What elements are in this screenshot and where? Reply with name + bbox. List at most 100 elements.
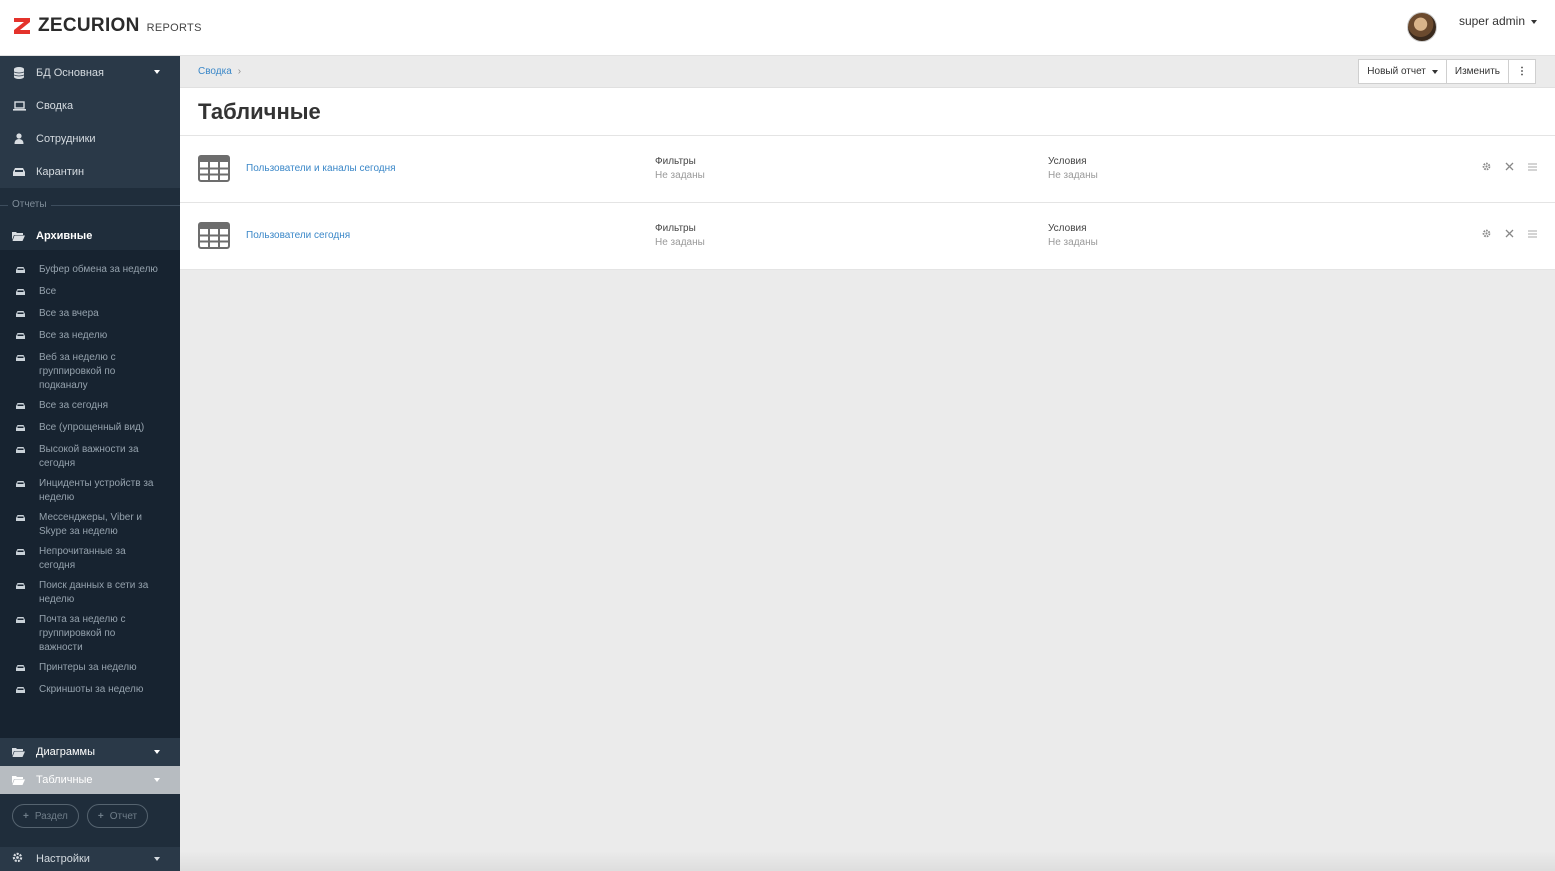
sidebar-item-label: Настройки <box>36 853 90 865</box>
conditions-value: Не заданы <box>1048 237 1098 248</box>
archive-report-label: Все за неделю <box>39 330 108 341</box>
sidebar-item-settings[interactable]: Настройки <box>0 847 180 871</box>
close-icon[interactable] <box>1505 229 1514 241</box>
archive-report-label: Мессенджеры, Viber и Skype за неделю <box>39 512 143 537</box>
archive-report-item[interactable]: Непрочитанные за сегодня <box>0 542 180 576</box>
report-link[interactable]: Пользователи и каналы сегодня <box>246 163 396 174</box>
user-name[interactable]: super admin <box>1459 14 1537 28</box>
archive-report-item[interactable]: Инциденты устройств за неделю <box>0 474 180 508</box>
conditions-label: Условия <box>1048 156 1087 167</box>
add-report-button[interactable]: + Отчет <box>86 804 149 828</box>
archive-report-item[interactable]: Поиск данных в сети за неделю <box>0 576 180 610</box>
archive-report-item[interactable]: Скриншоты за неделю <box>0 680 180 702</box>
archive-report-item[interactable]: Все за вчера <box>0 304 180 326</box>
conditions-column: Условия Не заданы <box>1048 155 1098 183</box>
page-title: Табличные <box>198 99 321 124</box>
chevron-right-icon: › <box>237 66 242 77</box>
drag-handle-icon[interactable] <box>1528 229 1537 241</box>
archive-report-item[interactable]: Все за неделю <box>0 326 180 348</box>
folder-diagrams[interactable]: Диаграммы <box>0 738 180 766</box>
archive-report-item[interactable]: Веб за неделю с группировкой по подканал… <box>0 348 180 396</box>
archive-report-label: Высокой важности за сегодня <box>39 444 139 469</box>
archive-report-item[interactable]: Мессенджеры, Viber и Skype за неделю <box>0 508 180 542</box>
folder-archive[interactable]: Архивные <box>0 222 180 250</box>
filters-column: Фильтры Не заданы <box>655 155 705 183</box>
user-icon <box>12 133 26 145</box>
inbox-icon <box>12 166 26 178</box>
sidebar-item-summary[interactable]: Сводка <box>0 89 180 122</box>
archive-report-label: Поиск данных в сети за неделю <box>39 580 149 605</box>
chevron-down-icon <box>1431 69 1438 74</box>
archive-report-label: Все за вчера <box>39 308 99 319</box>
sidebar-item-label: Сотрудники <box>36 132 96 145</box>
folder-open-icon <box>12 231 26 241</box>
inbox-icon <box>16 663 26 677</box>
more-options-icon[interactable]: ⋮ <box>1508 59 1536 84</box>
filters-label: Фильтры <box>655 156 696 167</box>
toolbar: Новый отчет Изменить ⋮ <box>1358 59 1536 84</box>
chevron-down-icon <box>154 857 160 861</box>
sidebar-item-label: Сводка <box>36 99 74 112</box>
conditions-label: Условия <box>1048 223 1087 234</box>
table-icon <box>198 155 230 182</box>
archive-report-item[interactable]: Принтеры за неделю <box>0 658 180 680</box>
archive-report-item[interactable]: Высокой важности за сегодня <box>0 440 180 474</box>
sidebar: БД Основная Сводка Сотрудники Карантин О… <box>0 56 180 871</box>
close-icon[interactable] <box>1505 162 1514 174</box>
logo[interactable]: ZECURION REPORTS <box>12 15 202 37</box>
db-selector[interactable]: БД Основная <box>0 56 180 89</box>
folder-label: Табличные <box>36 774 93 786</box>
user-menu[interactable]: super admin <box>1406 12 1537 42</box>
plus-icon: + <box>97 810 104 822</box>
inbox-icon <box>16 445 26 471</box>
report-row: Пользователи сегодня Фильтры Не заданы Усло… <box>180 203 1555 270</box>
drag-handle-icon[interactable] <box>1528 162 1537 174</box>
inbox-icon <box>16 423 26 437</box>
sidebar-actions: + Раздел + Отчет <box>0 794 180 838</box>
archive-report-label: Инциденты устройств за неделю <box>39 478 154 503</box>
gear-icon[interactable] <box>1482 229 1491 241</box>
archive-report-item[interactable]: Все за сегодня <box>0 396 180 418</box>
gear-icon[interactable] <box>1482 162 1491 174</box>
database-icon <box>12 66 26 79</box>
filters-value: Не заданы <box>655 237 705 248</box>
breadcrumb-bar: Сводка › Новый отчет Изменить ⋮ <box>180 56 1555 88</box>
chevron-down-icon <box>154 778 160 782</box>
archive-report-item[interactable]: Почта за неделю с группировкой по важнос… <box>0 610 180 658</box>
row-actions <box>1482 229 1537 241</box>
sidebar-item-label: Карантин <box>36 165 85 178</box>
chevron-down-icon <box>154 750 160 754</box>
archive-report-label: Принтеры за неделю <box>39 662 137 673</box>
archive-report-label: Все за сегодня <box>39 400 109 411</box>
bottom-shade <box>180 851 1555 871</box>
archive-report-label: Веб за неделю с группировкой по подканал… <box>39 352 116 391</box>
folder-open-icon <box>12 747 26 757</box>
archive-report-item[interactable]: Буфер обмена за неделю <box>0 260 180 282</box>
conditions-value: Не заданы <box>1048 170 1098 181</box>
sidebar-item-employees[interactable]: Сотрудники <box>0 122 180 155</box>
sidebar-item-quarantine[interactable]: Карантин <box>0 155 180 188</box>
folder-label: Диаграммы <box>36 746 95 758</box>
inbox-icon <box>16 287 26 301</box>
zecurion-logo-icon <box>12 16 32 36</box>
archive-report-item[interactable]: Все (упрощенный вид) <box>0 418 180 440</box>
archive-report-item[interactable]: Все <box>0 282 180 304</box>
report-link[interactable]: Пользователи сегодня <box>246 230 350 241</box>
add-report-label: Отчет <box>109 810 138 822</box>
add-section-label: Раздел <box>34 810 68 822</box>
chevron-down-icon <box>1531 19 1537 24</box>
edit-button[interactable]: Изменить <box>1445 59 1509 84</box>
plus-icon: + <box>23 810 29 822</box>
folder-tables[interactable]: Табличные <box>0 766 180 794</box>
row-actions <box>1482 162 1537 174</box>
new-report-button[interactable]: Новый отчет <box>1358 59 1447 84</box>
filters-column: Фильтры Не заданы <box>655 222 705 250</box>
inbox-icon <box>16 309 26 323</box>
section-label: Отчеты <box>8 199 51 210</box>
add-section-button[interactable]: + Раздел <box>12 804 79 828</box>
inbox-icon <box>16 331 26 345</box>
inbox-icon <box>16 581 26 607</box>
avatar[interactable] <box>1406 12 1437 42</box>
breadcrumb-link-summary[interactable]: Сводка <box>198 66 232 77</box>
inbox-icon <box>16 479 26 505</box>
